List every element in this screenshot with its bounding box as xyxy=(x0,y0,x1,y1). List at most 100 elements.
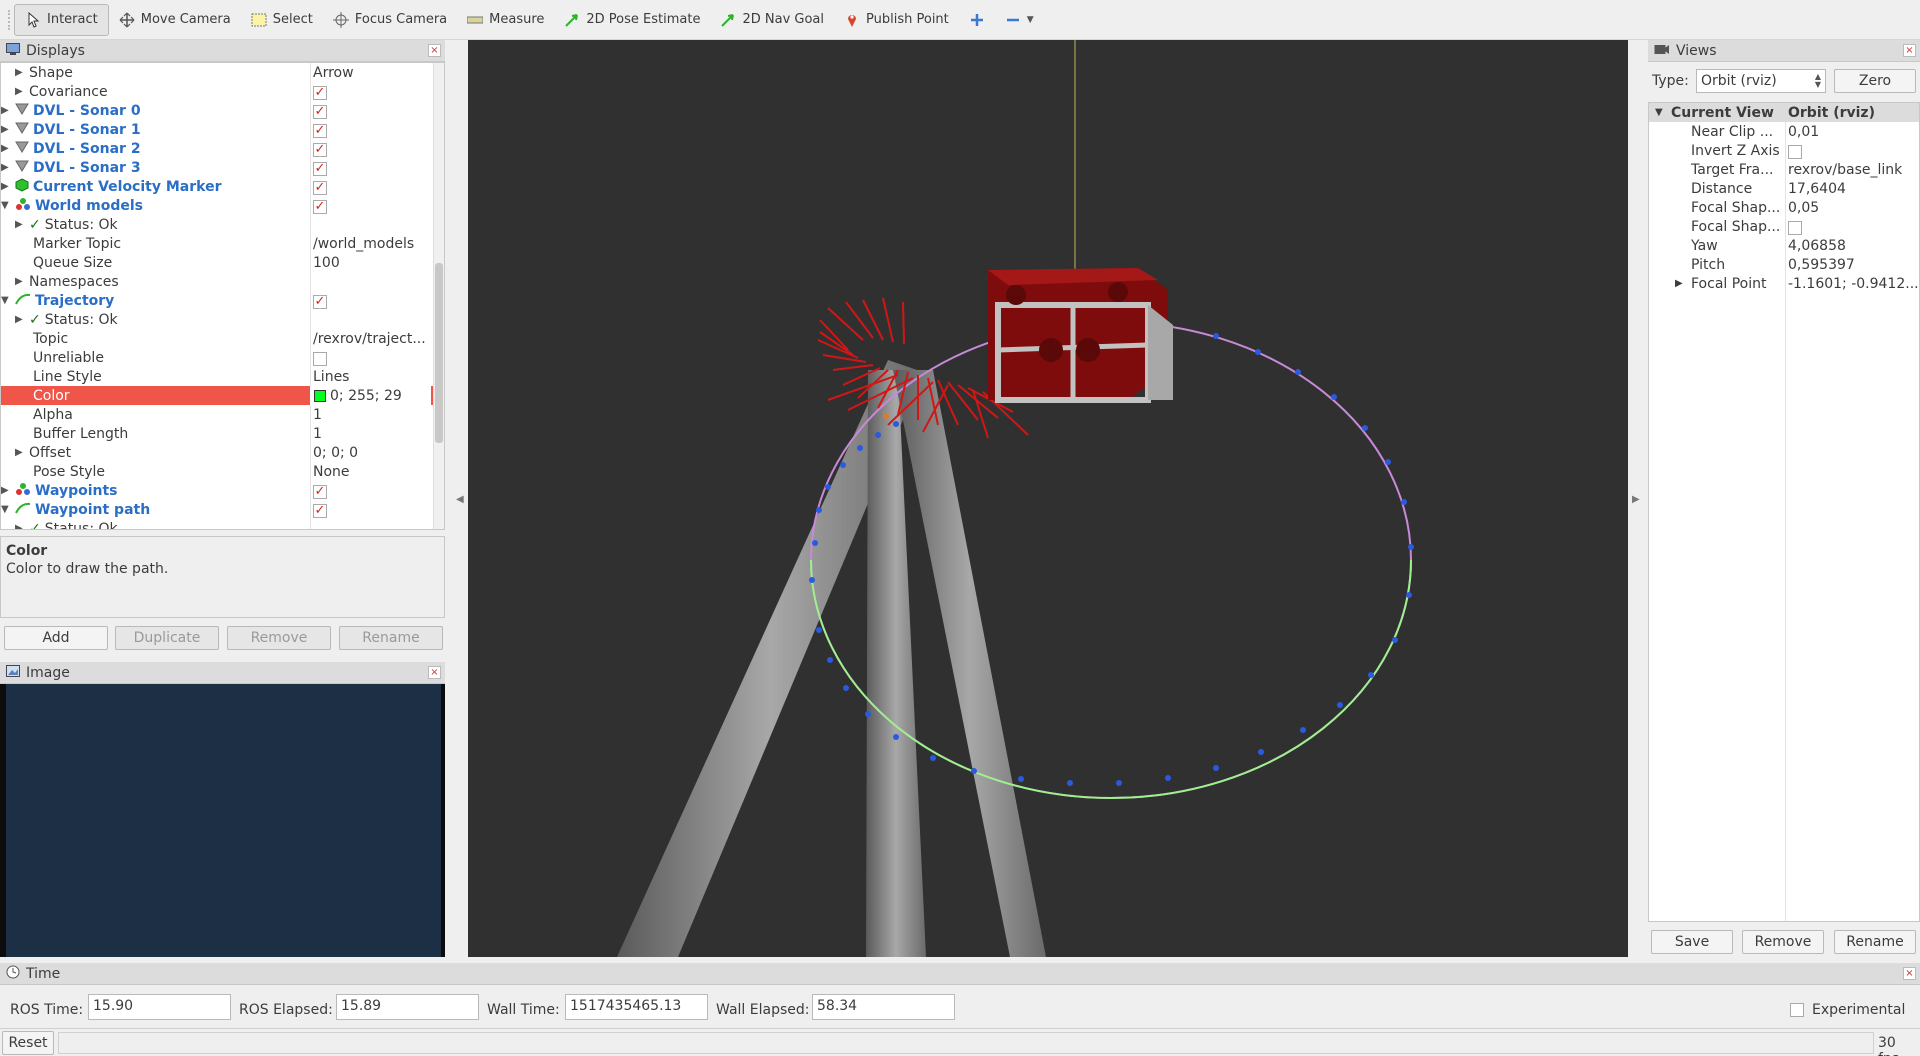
row-value[interactable]: /rexrov/traject... xyxy=(313,331,426,347)
collapse-arrow-icon[interactable]: ▼ xyxy=(1,295,11,306)
row-value[interactable]: rexrov/base_link xyxy=(1788,162,1918,178)
row-value[interactable]: Lines xyxy=(313,369,349,385)
expand-arrow-icon[interactable]: ▶ xyxy=(15,86,25,97)
tree-row-trajectory[interactable]: ▼ Trajectory ✓ xyxy=(1,291,434,310)
close-icon[interactable]: × xyxy=(1903,967,1916,980)
tree-row-covariance[interactable]: ▶ Covariance ✓ xyxy=(1,82,434,101)
tree-row-unreliable[interactable]: Unreliable ✓ xyxy=(1,348,434,367)
row-value[interactable]: -1.1601; -0.9412... xyxy=(1788,276,1918,292)
view-prop-pitch[interactable]: Pitch 0,595397 xyxy=(1649,255,1919,274)
checkbox-checked[interactable]: ✓ xyxy=(313,104,327,119)
wall-time-field[interactable]: 1517435465.13 xyxy=(565,994,708,1020)
tree-row-waypoint-path[interactable]: ▼ Waypoint path ✓ xyxy=(1,500,434,519)
expand-arrow-icon[interactable]: ▶ xyxy=(1675,278,1683,289)
tree-row-queue-size[interactable]: Queue Size 100 xyxy=(1,253,434,272)
row-value[interactable]: 1 xyxy=(313,426,322,442)
expand-arrow-icon[interactable]: ▶ xyxy=(15,276,25,287)
reset-button[interactable]: Reset xyxy=(2,1031,54,1055)
publish-point-tool-button[interactable]: Publish Point xyxy=(834,4,959,36)
checkbox-unchecked[interactable]: ✓ xyxy=(313,351,327,366)
tree-row-pose-style[interactable]: Pose Style None xyxy=(1,462,434,481)
interact-tool-button[interactable]: Interact xyxy=(14,3,109,36)
experimental-checkbox[interactable]: ✓ xyxy=(1790,1003,1804,1017)
expand-arrow-icon[interactable]: ▶ xyxy=(15,219,25,230)
row-value[interactable]: 1 xyxy=(313,407,322,423)
tree-row-offset[interactable]: ▶ Offset 0; 0; 0 xyxy=(1,443,434,462)
rename-display-button[interactable]: Rename xyxy=(339,626,443,650)
row-value[interactable]: Arrow xyxy=(313,65,354,81)
move-camera-tool-button[interactable]: Move Camera xyxy=(109,4,241,36)
expand-arrow-icon[interactable]: ▶ xyxy=(15,523,25,529)
row-value[interactable]: 0,01 xyxy=(1788,124,1918,140)
tree-row-color-selected[interactable]: Color 0; 255; 29 xyxy=(1,386,434,405)
view-prop-focal-shape-size[interactable]: Focal Shap... 0,05 xyxy=(1649,198,1919,217)
checkbox-checked[interactable]: ✓ xyxy=(313,294,327,309)
ros-time-field[interactable]: 15.90 xyxy=(88,994,231,1020)
measure-tool-button[interactable]: Measure xyxy=(457,4,554,36)
collapse-arrow-icon[interactable]: ▼ xyxy=(1,200,11,211)
view-prop-focal-point[interactable]: ▶ Focal Point -1.1601; -0.9412... xyxy=(1649,274,1919,293)
checkbox-checked[interactable]: ✓ xyxy=(313,503,327,518)
checkbox-checked[interactable]: ✓ xyxy=(313,199,327,214)
row-value[interactable]: None xyxy=(313,464,350,480)
3d-render-viewport[interactable] xyxy=(468,40,1628,957)
tree-row-alpha[interactable]: Alpha 1 xyxy=(1,405,434,424)
expand-arrow-icon[interactable]: ▶ xyxy=(1,143,11,154)
checkbox-checked[interactable]: ✓ xyxy=(313,142,327,157)
view-prop-focal-shape-fixed[interactable]: Focal Shap... ✓ xyxy=(1649,217,1919,236)
duplicate-display-button[interactable]: Duplicate xyxy=(115,626,219,650)
add-tool-button[interactable] xyxy=(959,4,995,36)
tree-row-buffer-length[interactable]: Buffer Length 1 xyxy=(1,424,434,443)
checkbox-unchecked[interactable]: ✓ xyxy=(1788,144,1802,159)
view-type-select[interactable]: Orbit (rviz) ▲ ▼ xyxy=(1696,69,1826,93)
tree-row-dvl-sonar-1[interactable]: ▶ DVL - Sonar 1 ✓ xyxy=(1,120,434,139)
expand-arrow-icon[interactable]: ▶ xyxy=(15,67,25,78)
tree-row-status-ok[interactable]: ▶ ✓ Status: Ok xyxy=(1,215,434,234)
collapse-right-arrow-icon[interactable]: ▶ xyxy=(1632,494,1640,505)
collapse-arrow-icon[interactable]: ▼ xyxy=(1655,107,1663,118)
tree-row-line-style[interactable]: Line Style Lines xyxy=(1,367,434,386)
remove-display-button[interactable]: Remove xyxy=(227,626,331,650)
current-view-row[interactable]: ▼ Current View Orbit (rviz) xyxy=(1649,103,1919,122)
collapse-arrow-icon[interactable]: ▼ xyxy=(1,504,11,515)
expand-arrow-icon[interactable]: ▶ xyxy=(15,314,25,325)
view-prop-yaw[interactable]: Yaw 4,06858 xyxy=(1649,236,1919,255)
tree-row-namespaces[interactable]: ▶ Namespaces xyxy=(1,272,434,291)
tree-row-topic[interactable]: Topic /rexrov/traject... xyxy=(1,329,434,348)
checkbox-checked[interactable]: ✓ xyxy=(313,180,327,195)
nav-goal-tool-button[interactable]: 2D Nav Goal xyxy=(710,4,834,36)
scrollbar-thumb[interactable] xyxy=(435,263,443,443)
view-prop-near-clip[interactable]: Near Clip ... 0,01 xyxy=(1649,122,1919,141)
row-value[interactable]: 0; 0; 0 xyxy=(313,445,358,461)
expand-arrow-icon[interactable]: ▶ xyxy=(1,162,11,173)
row-value[interactable]: /world_models xyxy=(313,236,414,252)
expand-arrow-icon[interactable]: ▶ xyxy=(15,447,25,458)
ros-elapsed-field[interactable]: 15.89 xyxy=(336,994,479,1020)
focus-camera-tool-button[interactable]: Focus Camera xyxy=(323,4,457,36)
wall-elapsed-field[interactable]: 58.34 xyxy=(812,994,955,1020)
expand-arrow-icon[interactable]: ▶ xyxy=(1,124,11,135)
row-value[interactable]: 100 xyxy=(313,255,340,271)
collapse-left-arrow-icon[interactable]: ◀ xyxy=(456,494,464,505)
rename-view-button[interactable]: Rename xyxy=(1834,930,1916,954)
row-value[interactable]: 0; 255; 29 xyxy=(330,388,402,404)
tree-row-world-models[interactable]: ▼ World models ✓ xyxy=(1,196,434,215)
tree-row-dvl-sonar-2[interactable]: ▶ DVL - Sonar 2 ✓ xyxy=(1,139,434,158)
checkbox-checked[interactable]: ✓ xyxy=(313,85,327,100)
close-icon[interactable]: × xyxy=(428,44,441,57)
view-prop-distance[interactable]: Distance 17,6404 xyxy=(1649,179,1919,198)
toolbar-grip[interactable] xyxy=(8,9,12,30)
tree-row-waypoints[interactable]: ▶ Waypoints ✓ xyxy=(1,481,434,500)
remove-view-button[interactable]: Remove xyxy=(1742,930,1824,954)
checkbox-checked[interactable]: ✓ xyxy=(313,161,327,176)
tree-row-shape[interactable]: ▶ Shape Arrow xyxy=(1,63,434,82)
checkbox-unchecked[interactable]: ✓ xyxy=(1788,220,1802,235)
expand-arrow-icon[interactable]: ▶ xyxy=(1,181,11,192)
expand-arrow-icon[interactable]: ▶ xyxy=(1,485,11,496)
pose-estimate-tool-button[interactable]: 2D Pose Estimate xyxy=(554,4,710,36)
checkbox-checked[interactable]: ✓ xyxy=(313,123,327,138)
displays-scrollbar[interactable] xyxy=(433,63,444,529)
row-value[interactable]: 17,6404 xyxy=(1788,181,1918,197)
select-tool-button[interactable]: Select xyxy=(241,4,323,36)
view-prop-target-frame[interactable]: Target Fra... rexrov/base_link xyxy=(1649,160,1919,179)
